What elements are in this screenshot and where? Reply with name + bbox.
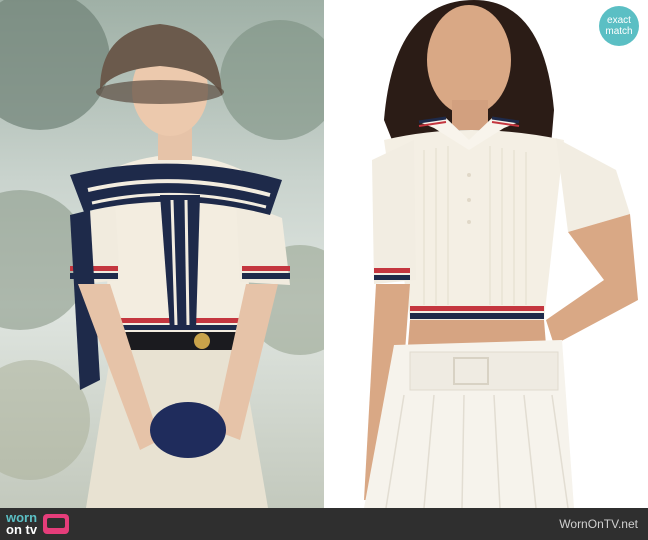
left-photo-woman-in-tennis-outfit xyxy=(0,0,324,508)
right-photo-illustration xyxy=(364,0,638,508)
badge-line1: exact xyxy=(607,15,631,26)
footer-bar: worn on tv WornOnTV.net xyxy=(0,508,648,540)
site-url[interactable]: WornOnTV.net xyxy=(559,517,638,531)
tv-icon xyxy=(43,514,70,534)
left-photo-illustration xyxy=(0,0,324,508)
right-photo-product-model xyxy=(324,0,648,508)
wornontv-logo[interactable]: worn on tv xyxy=(6,511,70,537)
badge-line2: match xyxy=(605,26,633,37)
logo-line2: on tv xyxy=(6,522,38,537)
exact-match-badge: exact match xyxy=(599,6,639,46)
logo-wordmark: worn on tv xyxy=(6,511,38,537)
